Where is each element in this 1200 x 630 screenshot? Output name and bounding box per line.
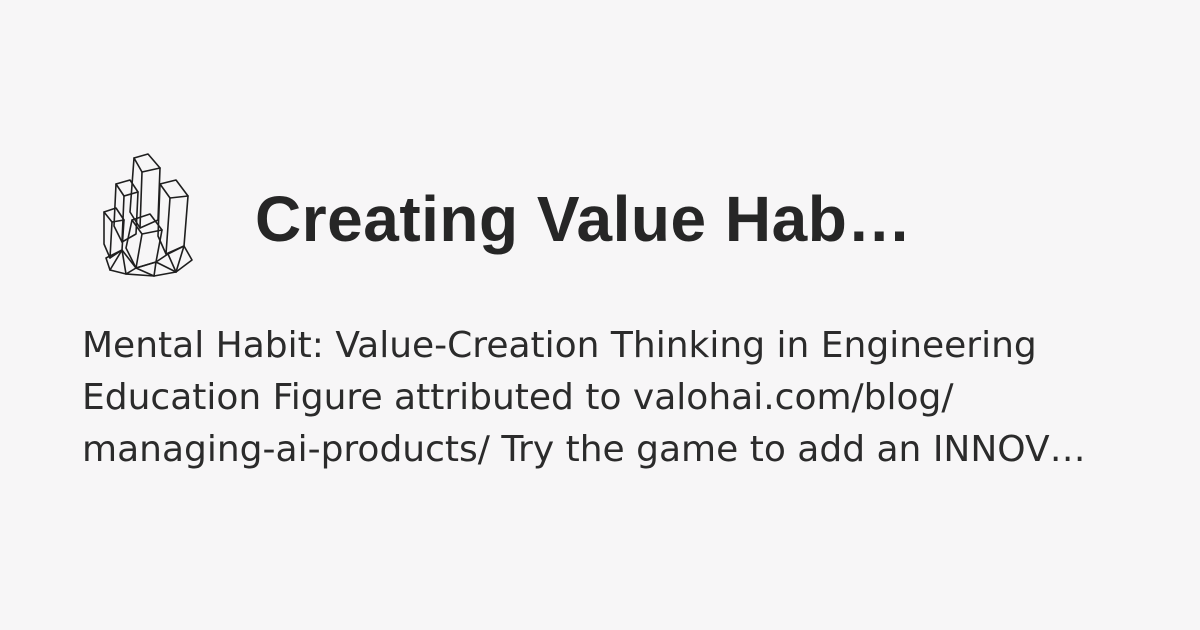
description: Mental Habit: Value-Creation Thinking in…: [82, 320, 1122, 476]
description-line: managing-ai-products/ Try the game to ad…: [82, 429, 1086, 470]
description-line: Education Figure attributed to valohai.c…: [82, 377, 954, 418]
crystal-cluster-icon: [96, 150, 196, 278]
preview-card: Creating Value Hab… Mental Habit: Value-…: [0, 0, 1200, 630]
description-line: Mental Habit: Value-Creation Thinking in…: [82, 325, 1037, 366]
page-title: Creating Value Hab…: [255, 183, 912, 255]
